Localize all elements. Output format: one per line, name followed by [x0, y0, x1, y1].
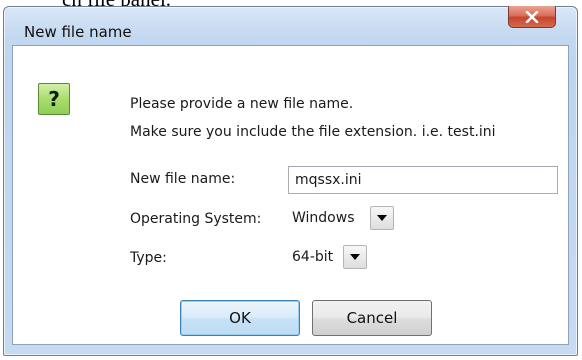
type-dropdown[interactable]: 64-bit	[287, 245, 367, 269]
file-name-label: New file name:	[130, 171, 236, 187]
chevron-down-icon	[377, 215, 387, 221]
os-dropdown-value: Windows	[292, 210, 355, 226]
ok-button[interactable]: OK	[180, 300, 300, 336]
cancel-button[interactable]: Cancel	[312, 300, 432, 336]
close-icon	[525, 10, 539, 23]
file-name-input[interactable]	[288, 166, 558, 194]
os-dropdown-arrow[interactable]	[370, 206, 394, 230]
message-line-2: Make sure you include the file extension…	[130, 124, 496, 140]
close-button[interactable]	[508, 6, 556, 28]
chevron-down-icon	[350, 254, 360, 260]
type-dropdown-arrow[interactable]	[343, 245, 367, 269]
new-file-name-dialog: New file name ? Please provide a new fil…	[3, 6, 578, 356]
message-line-1: Please provide a new file name.	[130, 96, 354, 112]
dialog-client-area: ? Please provide a new file name. Make s…	[12, 45, 569, 345]
type-label: Type:	[130, 250, 167, 266]
os-dropdown[interactable]: Windows	[287, 206, 394, 230]
os-label: Operating System:	[130, 211, 262, 227]
dialog-title: New file name	[24, 23, 132, 41]
type-dropdown-value: 64-bit	[292, 249, 334, 265]
question-mark-icon: ?	[38, 83, 70, 115]
